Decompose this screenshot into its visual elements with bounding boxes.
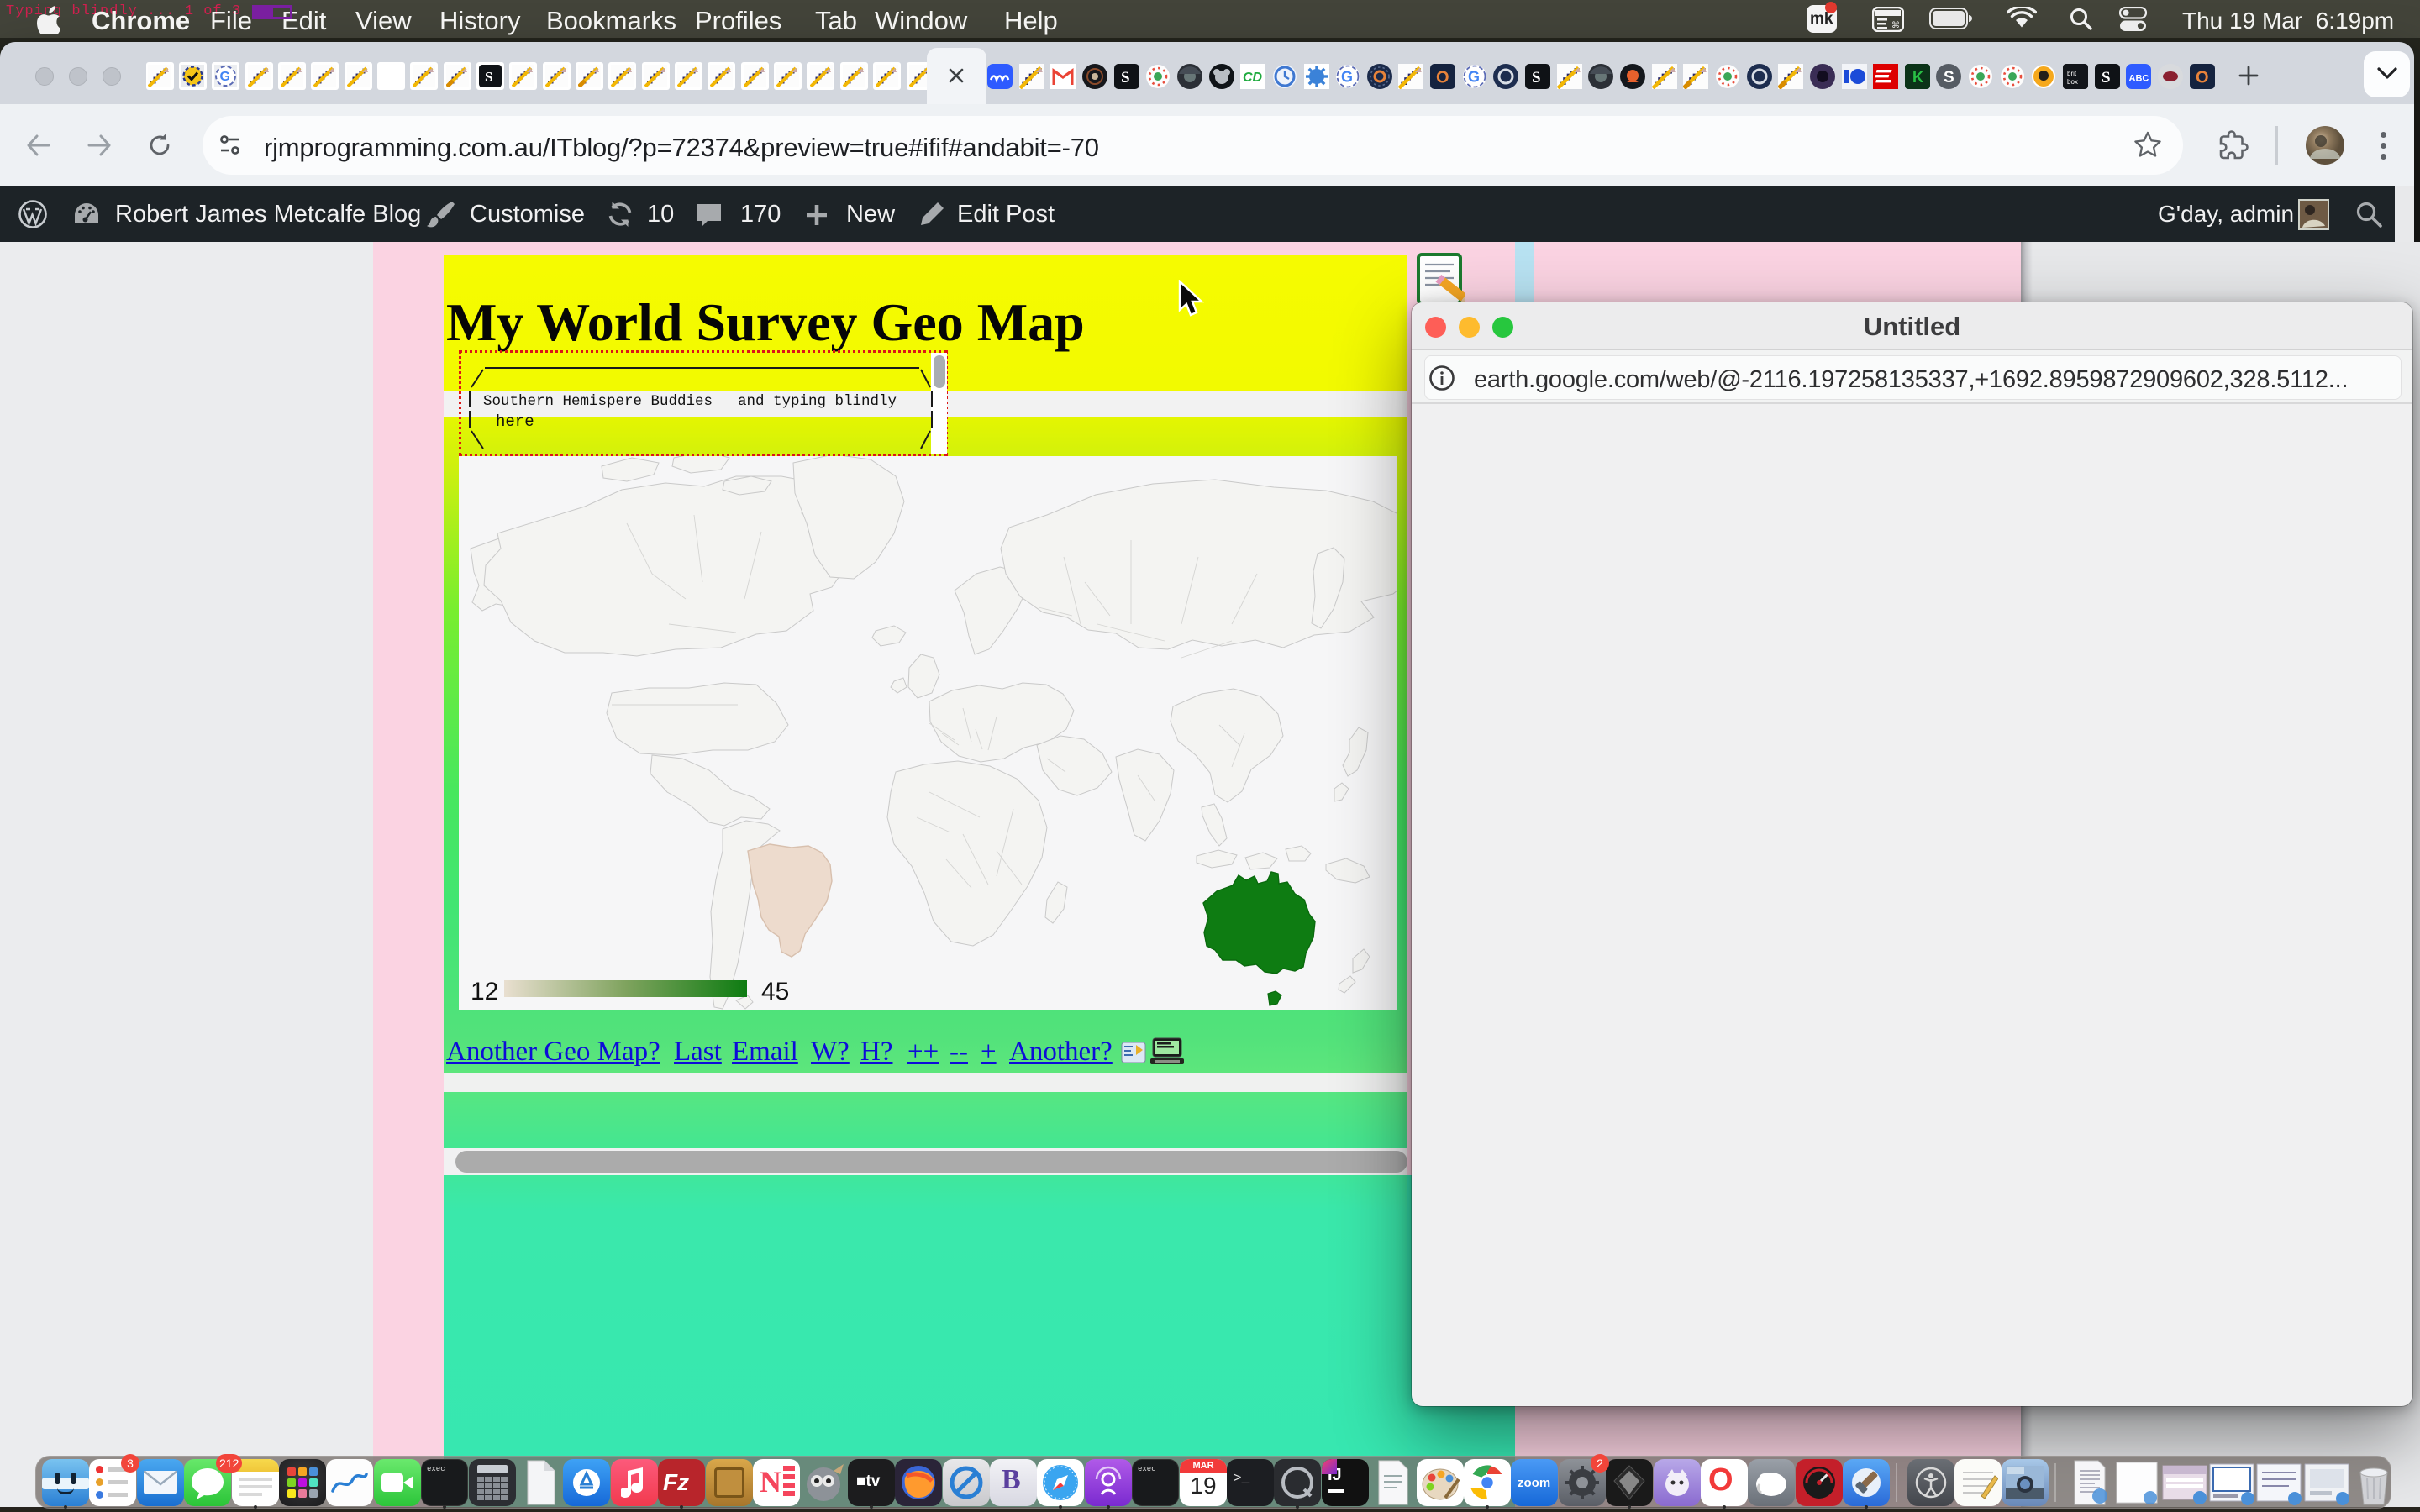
svg-text:G: G bbox=[220, 70, 230, 84]
svg-text:⌘: ⌘ bbox=[1891, 21, 1900, 30]
svg-text:ABC: ABC bbox=[2129, 74, 2149, 84]
svg-text:S: S bbox=[2102, 69, 2111, 87]
svg-text:O: O bbox=[1436, 69, 1449, 87]
svg-text:S: S bbox=[485, 69, 492, 85]
svg-text:K: K bbox=[1912, 69, 1923, 86]
svg-text:45: 45 bbox=[761, 978, 789, 1005]
svg-text:G: G bbox=[1468, 69, 1480, 86]
svg-text:12: 12 bbox=[471, 978, 498, 1005]
svg-text:S: S bbox=[1121, 69, 1130, 87]
svg-text:box: box bbox=[2067, 78, 2078, 86]
svg-text:CD: CD bbox=[1243, 71, 1263, 85]
svg-text:brit: brit bbox=[2067, 70, 2077, 77]
svg-text:S: S bbox=[1532, 69, 1541, 87]
svg-text:S: S bbox=[1944, 69, 1954, 87]
svg-text:O: O bbox=[2196, 69, 2209, 87]
svg-text:G: G bbox=[1341, 69, 1353, 86]
